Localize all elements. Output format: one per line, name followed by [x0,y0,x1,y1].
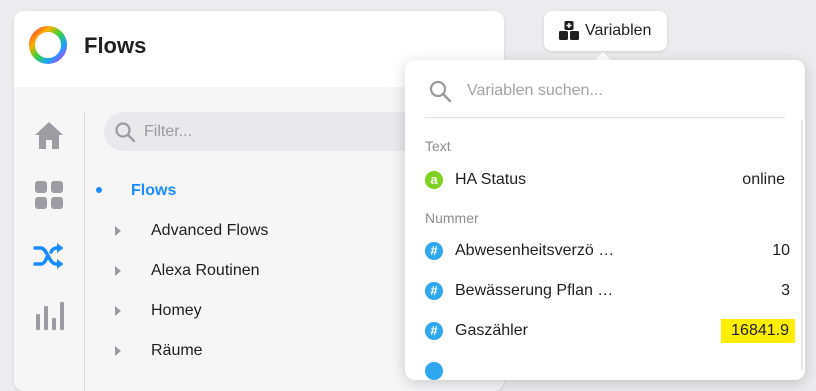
section-label-text: Text [425,138,451,154]
variables-popover: Text a HA Status online Nummer # Abwesen… [405,60,805,380]
search-icon [429,80,452,103]
search-icon [115,122,136,143]
page-title: Flows [84,33,147,58]
chevron-right-icon[interactable] [115,306,121,316]
variable-name: Bewässerung Pflan … [455,282,614,299]
variables-search-input[interactable] [465,77,789,105]
variable-value: 16841.9 [721,319,795,343]
section-label-number: Nummer [425,210,479,226]
ring-logo-icon [29,26,67,64]
chevron-right-icon[interactable] [115,226,121,236]
bar-chart-icon[interactable] [32,298,66,332]
variable-row[interactable]: # Abwesenheitsverzö … 10 [419,235,795,267]
shuffle-icon[interactable] [32,239,66,273]
variable-name: Gaszähler [455,322,528,339]
variables-button[interactable]: Variablen [544,11,667,51]
variable-value: 10 [772,242,790,259]
variable-value: 3 [781,282,790,299]
variables-button-label: Variablen [585,22,652,39]
number-type-icon: # [425,282,443,300]
search-divider [425,117,785,118]
variable-row[interactable]: # Bewässerung Pflan … 3 [419,275,795,307]
sidebar-divider [84,111,85,391]
chevron-right-icon[interactable] [115,266,121,276]
variable-name: Abwesenheitsverzö … [455,242,615,259]
tree-item-homey[interactable]: Homey [151,302,202,320]
blocks-plus-icon [559,21,579,40]
variable-row[interactable]: a HA Status online [419,164,795,196]
scrollbar[interactable] [801,120,803,370]
filter-input[interactable] [142,118,446,146]
tree-item-raeume[interactable]: Räume [151,342,203,360]
variable-row[interactable]: # Gaszähler 16841.9 [419,315,795,347]
variable-row-partial[interactable] [419,355,795,387]
chevron-right-icon[interactable] [115,346,121,356]
number-type-icon: # [425,242,443,260]
active-bullet [96,187,102,193]
variable-name: HA Status [455,171,527,188]
home-icon[interactable] [32,118,66,152]
number-type-icon: # [425,322,443,340]
text-type-icon: a [425,171,443,189]
grid-icon[interactable] [32,178,66,212]
variable-value: online [742,171,785,188]
tree-item-alexa-routinen[interactable]: Alexa Routinen [151,262,260,280]
number-type-icon [425,362,443,380]
tree-item-flows[interactable]: Flows [131,182,176,200]
tree-item-advanced-flows[interactable]: Advanced Flows [151,222,268,240]
